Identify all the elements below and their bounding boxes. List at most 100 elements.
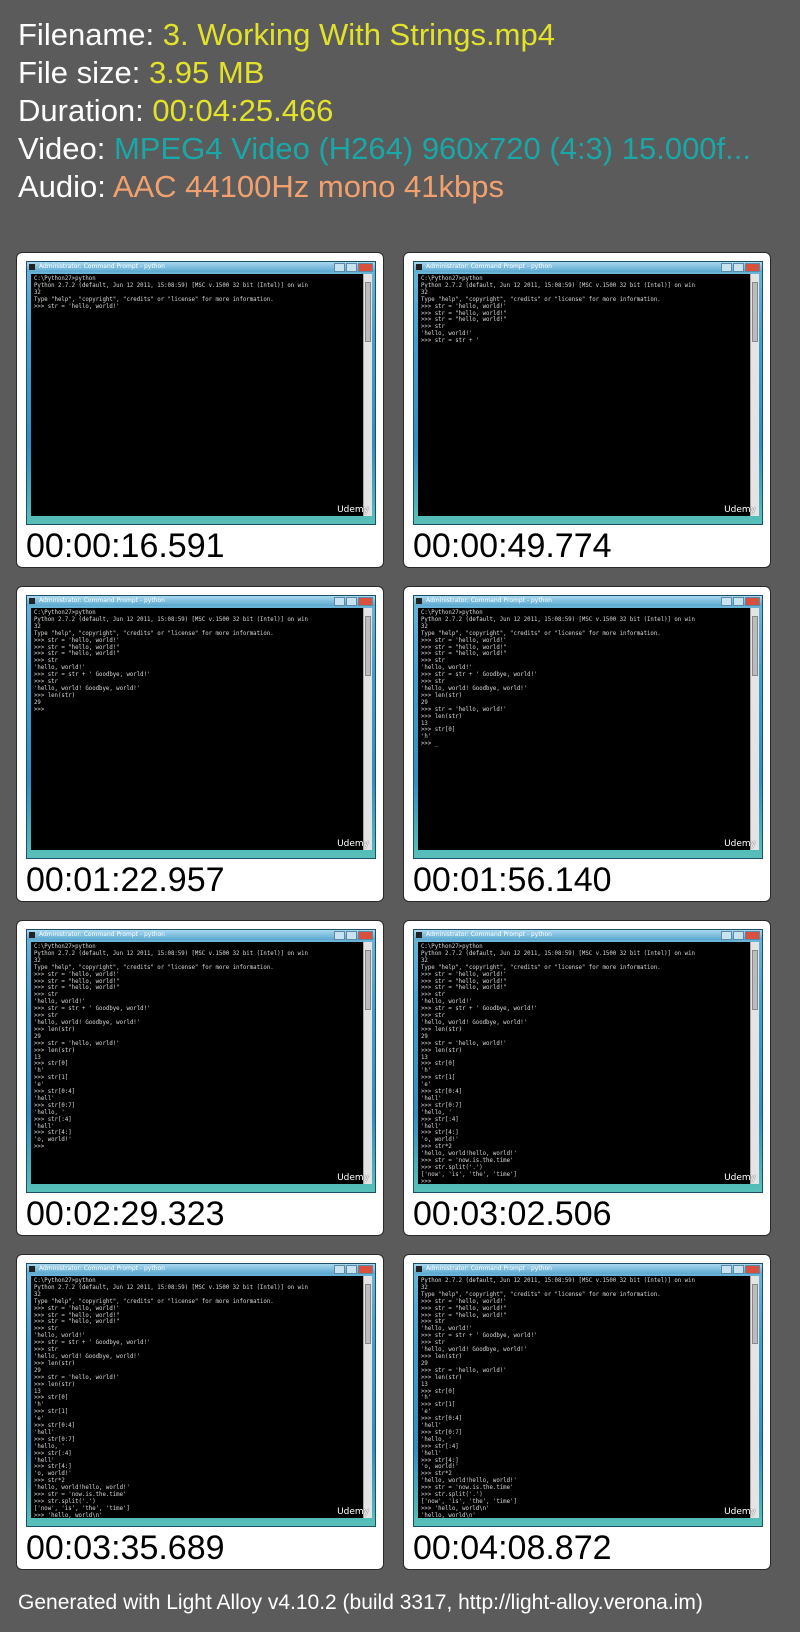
filename-row: Filename: 3. Working With Strings.mp4	[18, 16, 788, 54]
window-titlebar: Administrator: Command Prompt - python	[27, 596, 375, 606]
window-titlebar: Administrator: Command Prompt - python	[27, 930, 375, 940]
scrollbar	[750, 1276, 759, 1518]
window-title: Administrator: Command Prompt - python	[39, 597, 165, 604]
close-icon	[745, 1265, 760, 1274]
maximize-icon	[346, 931, 357, 940]
scrollbar	[750, 608, 759, 850]
window-buttons	[721, 931, 760, 940]
close-icon	[745, 931, 760, 940]
thumbnail-6[interactable]: Administrator: Command Prompt - python C…	[403, 920, 771, 1236]
window-buttons	[721, 263, 760, 272]
window-title: Administrator: Command Prompt - python	[39, 931, 165, 938]
window-titlebar: Administrator: Command Prompt - python	[414, 1264, 762, 1274]
minimize-icon	[334, 931, 345, 940]
cmd-icon	[416, 264, 422, 270]
video-value: MPEG4 Video (H264) 960x720 (4:3) 15.000f…	[113, 131, 751, 166]
cmd-icon	[416, 1266, 422, 1272]
duration-row: Duration: 00:04:25.466	[18, 92, 788, 130]
thumbnail-3[interactable]: Administrator: Command Prompt - python C…	[16, 586, 384, 902]
console-text: C:\Python27>python Python 2.7.2 (default…	[34, 944, 308, 1151]
minimize-icon	[721, 263, 732, 272]
timestamp: 00:00:16.591	[26, 527, 225, 565]
video-frame: Administrator: Command Prompt - python C…	[26, 929, 376, 1193]
filename-label: Filename:	[18, 17, 155, 52]
thumbnail-4[interactable]: Administrator: Command Prompt - python C…	[403, 586, 771, 902]
window-titlebar: Administrator: Command Prompt - python	[27, 262, 375, 272]
console-output: C:\Python27>python Python 2.7.2 (default…	[31, 274, 363, 516]
console-output: C:\Python27>python Python 2.7.2 (default…	[31, 942, 363, 1184]
file-info: Filename: 3. Working With Strings.mp4 Fi…	[18, 16, 788, 206]
video-frame: Administrator: Command Prompt - python P…	[413, 1263, 763, 1527]
console-output: C:\Python27>python Python 2.7.2 (default…	[31, 1276, 363, 1518]
console-text: C:\Python27>python Python 2.7.2 (default…	[421, 944, 695, 1184]
maximize-icon	[733, 1265, 744, 1274]
cmd-icon	[416, 598, 422, 604]
window-titlebar: Administrator: Command Prompt - python	[414, 930, 762, 940]
window-title: Administrator: Command Prompt - python	[426, 597, 552, 604]
audio-row: Audio: AAC 44100Hz mono 41kbps	[18, 168, 788, 206]
timestamp: 00:03:02.506	[413, 1195, 612, 1233]
maximize-icon	[733, 597, 744, 606]
close-icon	[745, 263, 760, 272]
thumbnail-1[interactable]: Administrator: Command Prompt - python C…	[16, 252, 384, 568]
video-frame: Administrator: Command Prompt - python C…	[413, 929, 763, 1193]
thumbnail-7[interactable]: Administrator: Command Prompt - python C…	[16, 1254, 384, 1570]
maximize-icon	[733, 263, 744, 272]
timestamp: 00:02:29.323	[26, 1195, 225, 1233]
cmd-icon	[29, 264, 35, 270]
filesize-label: File size:	[18, 55, 141, 90]
window-buttons	[334, 1265, 373, 1274]
udemy-watermark: Udemy	[337, 839, 369, 849]
window-title: Administrator: Command Prompt - python	[426, 263, 552, 270]
udemy-watermark: Udemy	[337, 505, 369, 515]
scrollbar-thumb	[365, 616, 371, 676]
video-label: Video:	[18, 131, 106, 166]
console-output: C:\Python27>python Python 2.7.2 (default…	[418, 942, 750, 1184]
console-text: C:\Python27>python Python 2.7.2 (default…	[421, 276, 695, 345]
window-titlebar: Administrator: Command Prompt - python	[414, 262, 762, 272]
udemy-watermark: Udemy	[724, 1173, 756, 1183]
timestamp: 00:00:49.774	[413, 527, 612, 565]
console-text: C:\Python27>python Python 2.7.2 (default…	[34, 610, 308, 713]
cmd-icon	[416, 932, 422, 938]
window-buttons	[334, 597, 373, 606]
generator-credit: Generated with Light Alloy v4.10.2 (buil…	[18, 1591, 703, 1614]
filesize-row: File size: 3.95 MB	[18, 54, 788, 92]
window-title: Administrator: Command Prompt - python	[39, 263, 165, 270]
thumbnail-5[interactable]: Administrator: Command Prompt - python C…	[16, 920, 384, 1236]
console-output: C:\Python27>python Python 2.7.2 (default…	[418, 608, 750, 850]
window-title: Administrator: Command Prompt - python	[39, 1265, 165, 1272]
console-text: C:\Python27>python Python 2.7.2 (default…	[421, 610, 695, 748]
scrollbar	[750, 274, 759, 516]
thumbnail-8[interactable]: Administrator: Command Prompt - python P…	[403, 1254, 771, 1570]
scrollbar-thumb	[752, 950, 758, 1010]
video-row: Video: MPEG4 Video (H264) 960x720 (4:3) …	[18, 130, 788, 168]
udemy-watermark: Udemy	[724, 1507, 756, 1517]
video-frame: Administrator: Command Prompt - python C…	[413, 595, 763, 859]
window-titlebar: Administrator: Command Prompt - python	[27, 1264, 375, 1274]
audio-label: Audio:	[18, 169, 106, 204]
console-text: C:\Python27>python Python 2.7.2 (default…	[34, 1278, 308, 1518]
timestamp: 00:01:22.957	[26, 861, 225, 899]
timestamp: 00:01:56.140	[413, 861, 612, 899]
udemy-watermark: Udemy	[337, 1507, 369, 1517]
window-title: Administrator: Command Prompt - python	[426, 1265, 552, 1272]
duration-label: Duration:	[18, 93, 144, 128]
udemy-watermark: Udemy	[724, 505, 756, 515]
scrollbar	[363, 942, 372, 1184]
minimize-icon	[334, 1265, 345, 1274]
scrollbar-thumb	[365, 950, 371, 1010]
console-output: Python 2.7.2 (default, Jun 12 2011, 15:0…	[418, 1276, 750, 1518]
window-buttons	[334, 931, 373, 940]
filesize-value: 3.95 MB	[148, 55, 265, 90]
scrollbar	[363, 608, 372, 850]
cmd-icon	[29, 1266, 35, 1272]
timestamp: 00:04:08.872	[413, 1529, 612, 1567]
window-buttons	[721, 597, 760, 606]
thumbnail-2[interactable]: Administrator: Command Prompt - python C…	[403, 252, 771, 568]
udemy-watermark: Udemy	[724, 839, 756, 849]
scrollbar-thumb	[365, 282, 371, 342]
window-buttons	[334, 263, 373, 272]
close-icon	[358, 597, 373, 606]
console-text: Python 2.7.2 (default, Jun 12 2011, 15:0…	[421, 1278, 695, 1518]
